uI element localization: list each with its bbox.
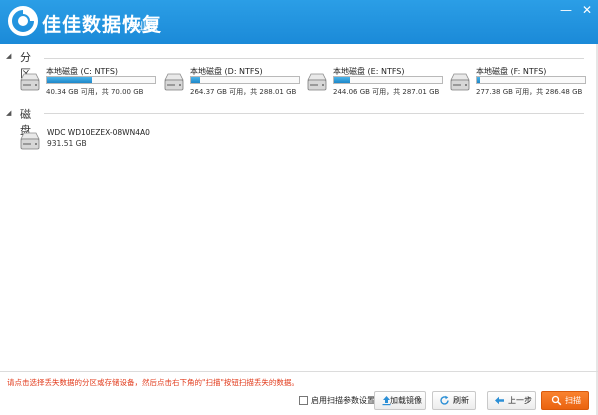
scan-label: 扫描: [565, 396, 581, 405]
refresh-button[interactable]: 刷新: [432, 391, 476, 410]
usage-bar-fill: [191, 77, 200, 83]
disk-name: WDC WD10EZEX-08WN4A0: [47, 128, 150, 137]
hard-drive-icon: [20, 132, 40, 150]
close-button[interactable]: ✕: [578, 2, 596, 18]
title-bar: 佳佳数据恢复 专业版 — ✕: [0, 0, 598, 44]
scan-settings-label: 启用扫描参数设置: [311, 396, 375, 405]
arrow-left-icon: [495, 396, 504, 405]
hard-drive-icon: [450, 73, 470, 91]
partition-item[interactable]: 本地磁盘 (E: NTFS) 244.06 GB 可用，共 287.01 GB: [305, 66, 445, 102]
load-image-button[interactable]: 加载镜像: [374, 391, 426, 410]
usage-bar-fill: [477, 77, 481, 83]
minimize-button[interactable]: —: [557, 2, 575, 18]
disk-item[interactable]: WDC WD10EZEX-08WN4A0 931.51 GB: [18, 127, 168, 157]
hint-text: 请点击选择丢失数据的分区或存储设备，然后点击右下角的"扫描"按钮扫描丢失的数据。: [7, 378, 299, 387]
usage-bar: [190, 76, 300, 84]
section-divider: [44, 58, 584, 59]
previous-step-label: 上一步: [508, 396, 532, 405]
partition-item[interactable]: 本地磁盘 (F: NTFS) 277.38 GB 可用，共 286.48 GB: [448, 66, 588, 102]
disk-size: 931.51 GB: [47, 139, 87, 148]
usage-bar: [46, 76, 156, 84]
partition-usage: 264.37 GB 可用，共 288.01 GB: [190, 88, 297, 96]
footer-divider: [0, 371, 598, 372]
collapse-arrow-icon: ◢: [6, 52, 12, 60]
refresh-icon: [440, 395, 449, 405]
edition-label: 专业版: [128, 22, 158, 33]
hard-drive-icon: [20, 73, 40, 91]
scan-button[interactable]: 扫描: [541, 391, 589, 410]
usage-bar: [476, 76, 586, 84]
partition-usage: 244.06 GB 可用，共 287.01 GB: [333, 88, 440, 96]
section-divider: [44, 113, 584, 114]
usage-bar-fill: [47, 77, 93, 83]
checkbox-box[interactable]: [299, 396, 308, 405]
hard-drive-icon: [164, 73, 184, 91]
logo-icon: [8, 6, 38, 36]
partition-usage: 277.38 GB 可用，共 286.48 GB: [476, 88, 583, 96]
partition-usage: 40.34 GB 可用，共 70.00 GB: [46, 88, 144, 96]
scan-icon: [551, 395, 562, 406]
previous-step-button[interactable]: 上一步: [487, 391, 536, 410]
load-image-label: 加载镜像: [390, 396, 422, 405]
usage-bar: [333, 76, 443, 84]
partition-item[interactable]: 本地磁盘 (C: NTFS) 40.34 GB 可用，共 70.00 GB: [18, 66, 158, 102]
hard-drive-icon: [307, 73, 327, 91]
collapse-arrow-icon: ◢: [6, 109, 12, 117]
usage-bar-fill: [334, 77, 351, 83]
refresh-label: 刷新: [453, 396, 469, 405]
partition-item[interactable]: 本地磁盘 (D: NTFS) 264.37 GB 可用，共 288.01 GB: [162, 66, 302, 102]
